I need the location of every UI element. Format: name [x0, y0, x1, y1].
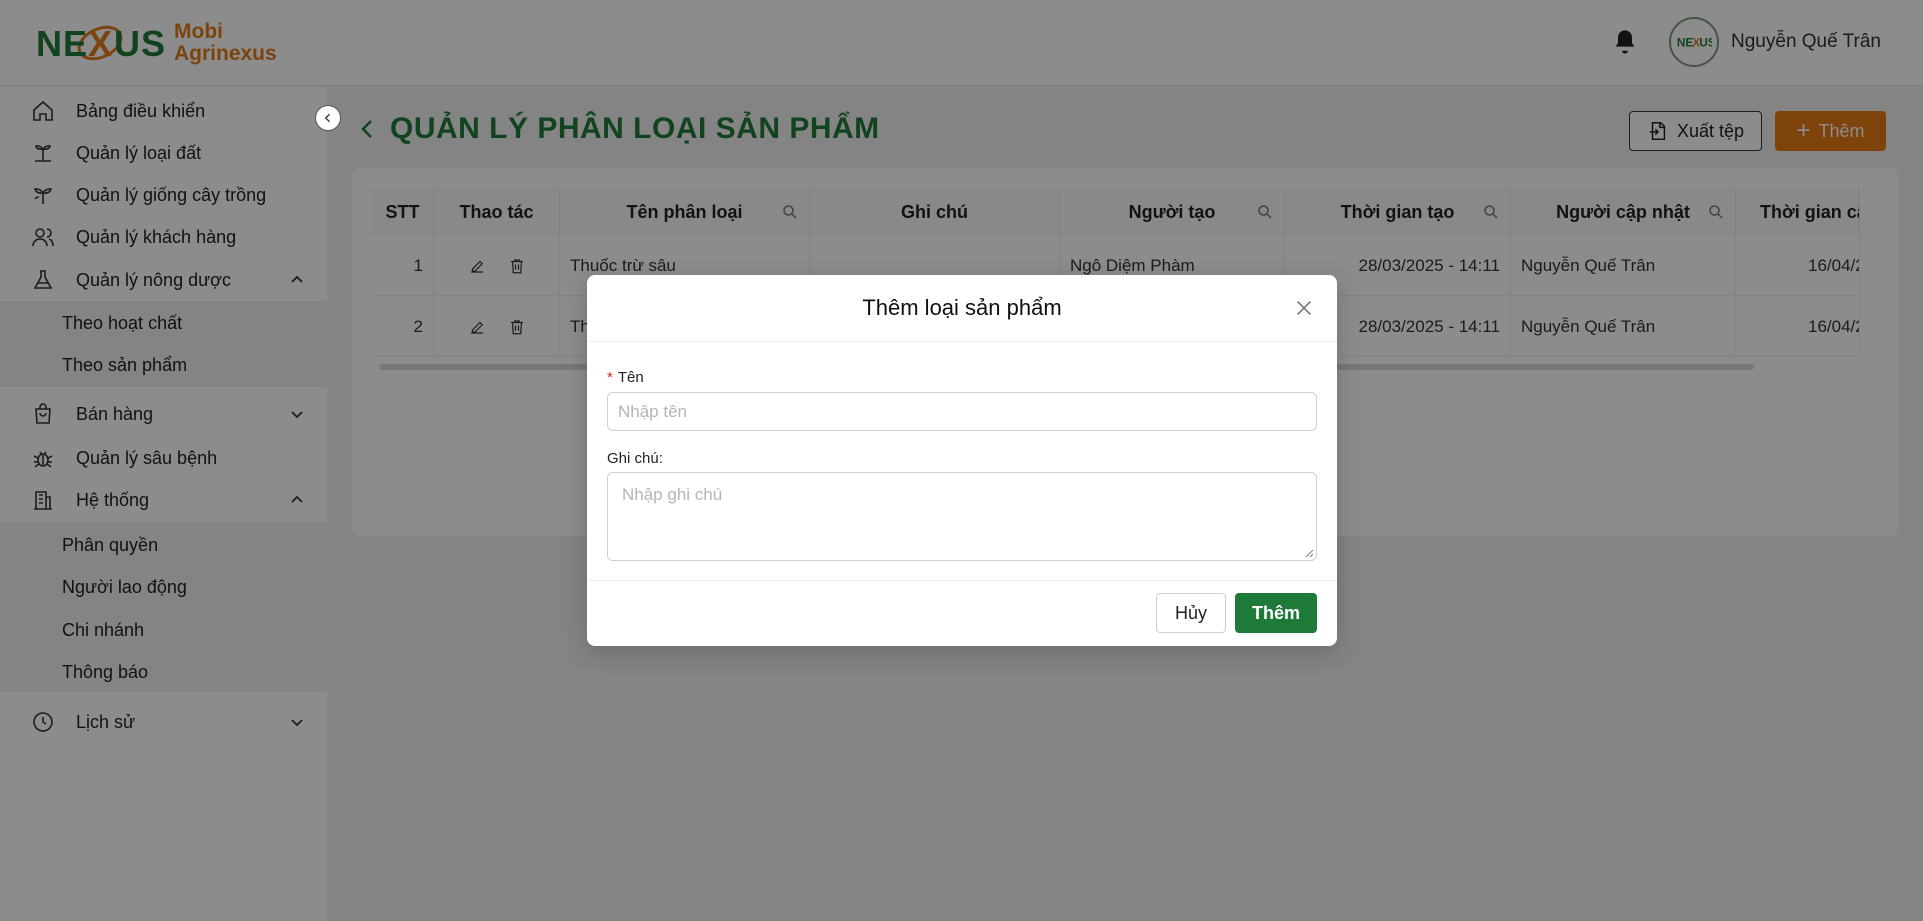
name-label-text: Tên — [617, 369, 644, 386]
name-input[interactable] — [607, 392, 1317, 431]
cancel-button[interactable]: Hủy — [1156, 593, 1226, 633]
add-category-modal: Thêm loại sản phẩm *Tên Ghi chú: Hủy Thê… — [587, 275, 1337, 646]
resize-handle-icon[interactable] — [1304, 548, 1314, 558]
app-root: NE X US Mobi Agrinexus NEXUS Nguyễn Quế … — [0, 0, 1923, 921]
chevron-left-icon — [324, 113, 330, 123]
modal-title: Thêm loại sản phẩm — [587, 275, 1337, 342]
submit-button[interactable]: Thêm — [1235, 593, 1317, 633]
name-field-label: * Tên — [607, 369, 644, 386]
sidebar-collapse-button[interactable] — [315, 105, 341, 131]
note-textarea[interactable] — [607, 472, 1317, 561]
note-field-label: Ghi chú: — [607, 450, 663, 467]
required-mark: * — [607, 369, 613, 386]
close-icon[interactable] — [1293, 297, 1315, 319]
